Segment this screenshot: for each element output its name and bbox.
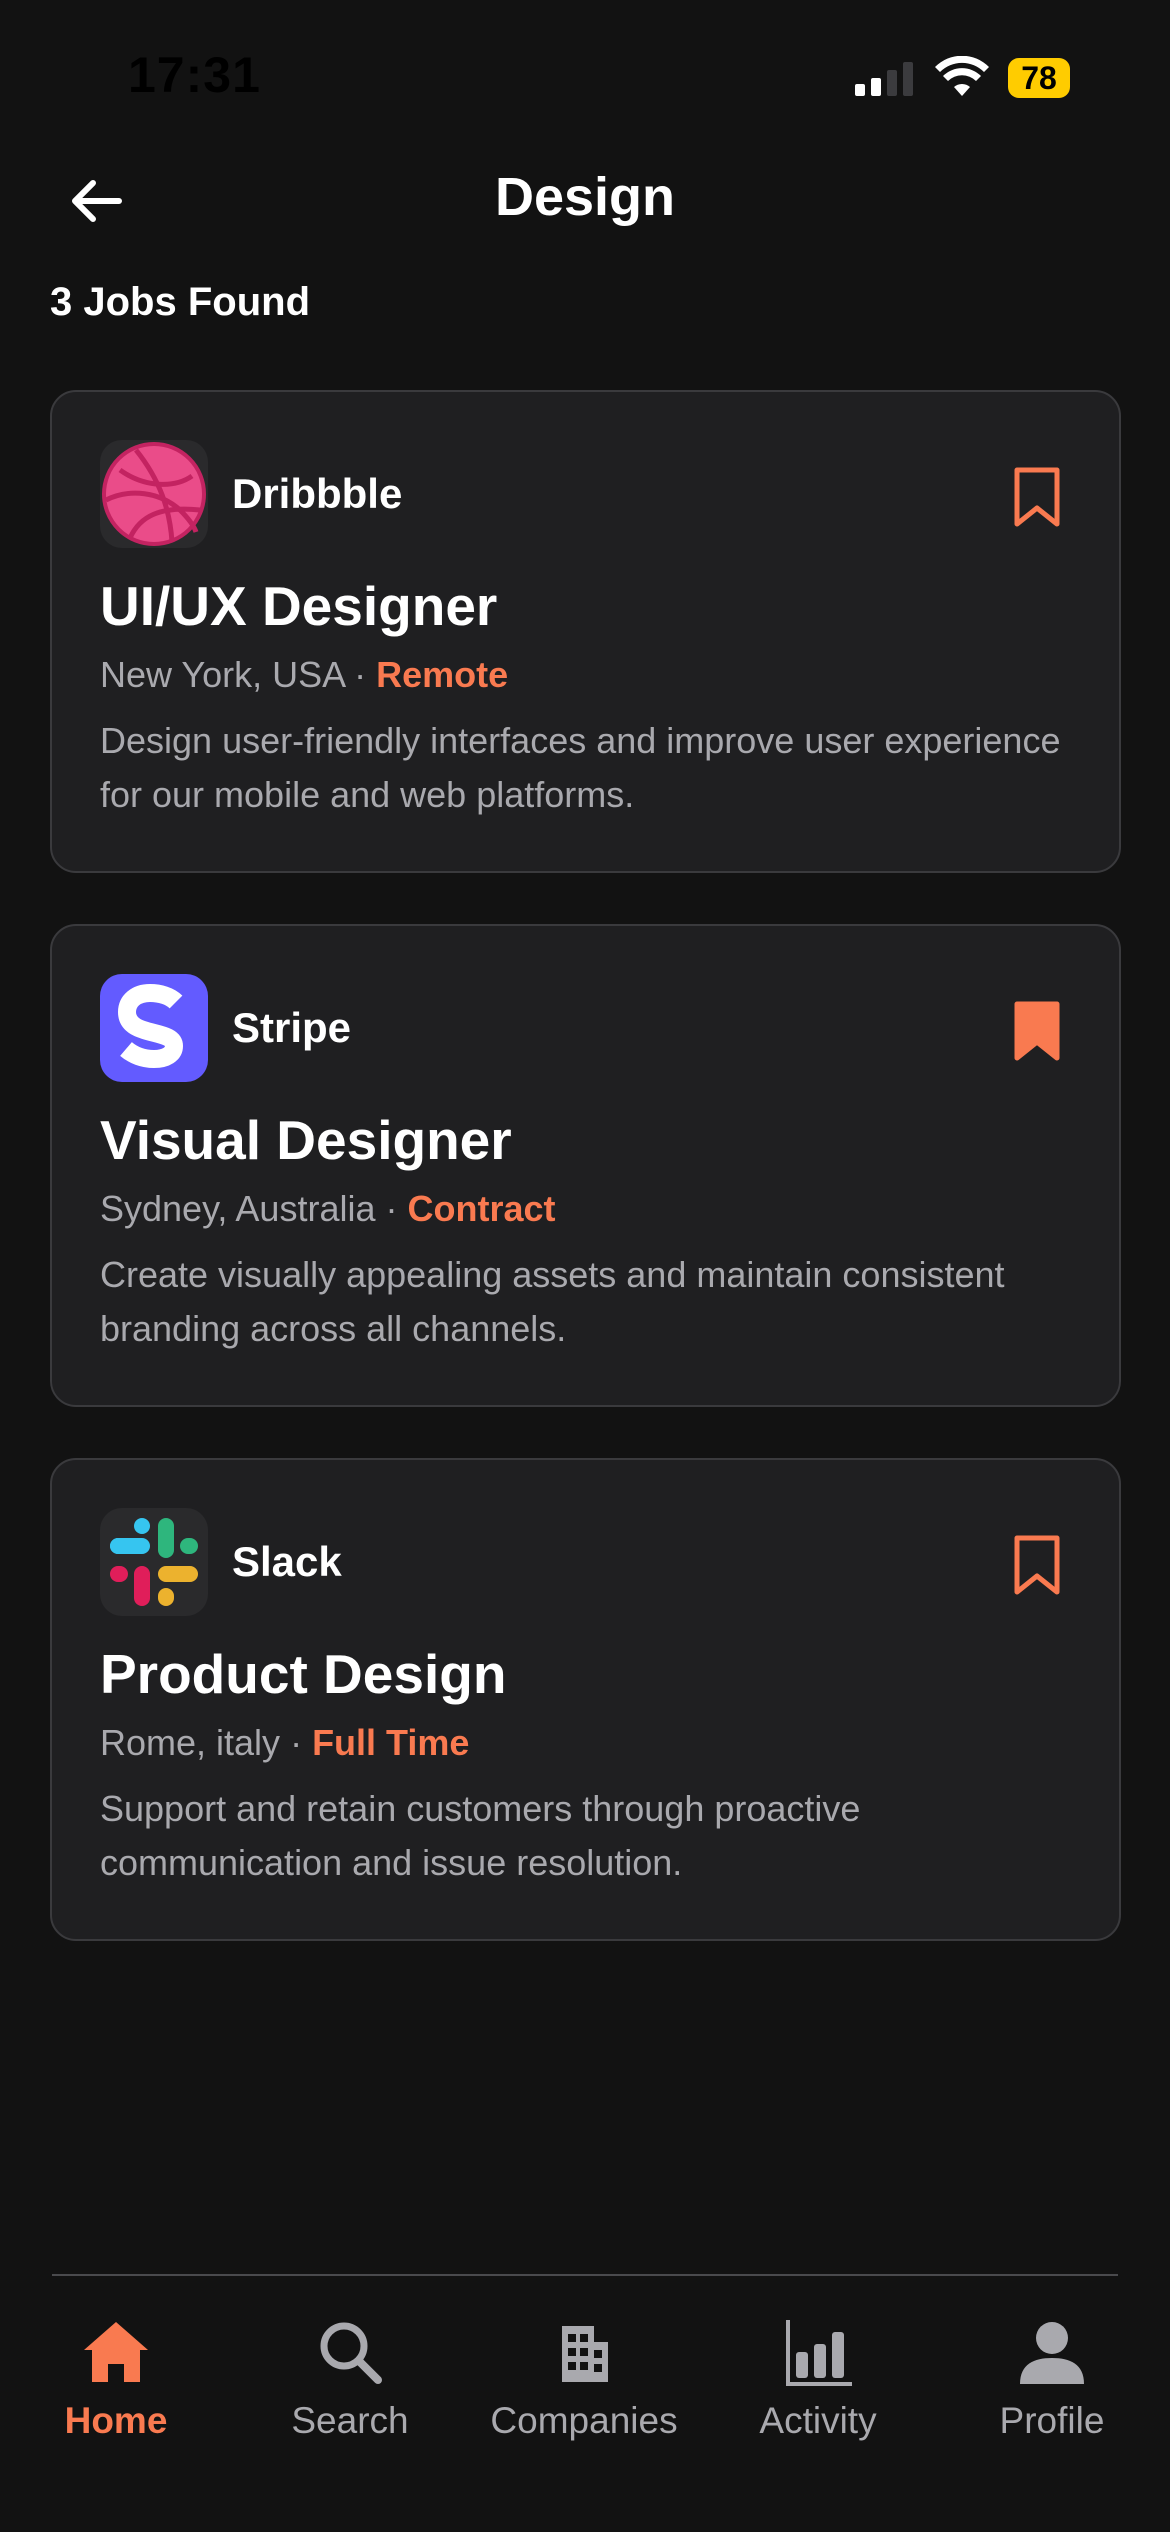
bottom-nav: Home Search Companies Activity Profile [0, 2276, 1170, 2532]
page-title: Design [494, 167, 676, 227]
job-title: Visual Designer [100, 1109, 512, 1171]
nav-item-profile[interactable]: Profile [942, 2316, 1162, 2456]
building-icon [562, 2326, 608, 2382]
job-meta: New York, USA · Remote [100, 654, 508, 696]
dribbble-logo [100, 440, 208, 548]
job-title: Product Design [100, 1643, 507, 1705]
bookmark-icon[interactable] [1012, 466, 1062, 528]
job-type: Contract [407, 1188, 556, 1229]
job-location: Sydney, Australia [100, 1188, 376, 1229]
nav-item-search[interactable]: Search [240, 2316, 460, 2456]
meta-separator: · [280, 1722, 313, 1763]
nav-label-companies: Companies [490, 2400, 678, 2441]
meta-separator: · [344, 654, 377, 695]
nav-item-home[interactable]: Home [6, 2316, 226, 2456]
company-name: Dribbble [232, 470, 403, 517]
job-type: Remote [376, 654, 509, 695]
meta-separator: · [375, 1188, 408, 1229]
bookmark-icon[interactable] [1012, 1534, 1062, 1596]
job-list-screen: 17:31 78 Design 3 Jobs Found Dribbble UI… [0, 0, 1170, 2532]
home-icon [84, 2322, 148, 2382]
bookmark-filled-icon[interactable] [1012, 1000, 1062, 1062]
job-location: New York, USA [100, 654, 345, 695]
slack-logo [100, 1508, 208, 1616]
job-card[interactable]: Dribbble UI/UX Designer New York, USA · … [50, 390, 1121, 873]
company-name: Stripe [232, 1004, 352, 1051]
job-meta: Rome, italy · Full Time [100, 1722, 469, 1764]
bar-chart-icon [786, 2320, 852, 2386]
stripe-logo [100, 974, 208, 1082]
job-card[interactable]: Stripe Visual Designer Sydney, Australia… [50, 924, 1121, 1407]
job-description: Design user-friendly interfaces and impr… [100, 720, 1061, 815]
nav-label-search: Search [291, 2400, 409, 2441]
job-location: Rome, italy [100, 1722, 281, 1763]
results-count: 3 Jobs Found [50, 280, 310, 324]
job-card[interactable]: Slack Product Design Rome, italy · Full … [50, 1458, 1121, 1941]
job-description: Support and retain customers through pro… [100, 1788, 861, 1883]
job-title: UI/UX Designer [100, 575, 498, 637]
nav-label-home: Home [64, 2400, 168, 2441]
job-type: Full Time [312, 1722, 470, 1763]
wifi-icon [935, 56, 989, 96]
nav-item-activity[interactable]: Activity [708, 2316, 928, 2456]
person-icon [1020, 2322, 1084, 2384]
signal-icon [855, 62, 913, 96]
nav-label-profile: Profile [999, 2400, 1105, 2441]
search-icon [320, 2322, 382, 2384]
job-description: Create visually appealing assets and mai… [100, 1254, 1005, 1349]
company-name: Slack [232, 1538, 342, 1585]
nav-item-companies[interactable]: Companies [474, 2316, 694, 2456]
status-time: 17:31 [128, 47, 261, 103]
status-bar: 17:31 78 [0, 0, 1170, 140]
battery-indicator: 78 [1008, 58, 1070, 98]
job-meta: Sydney, Australia · Contract [100, 1188, 556, 1230]
nav-label-activity: Activity [759, 2400, 877, 2441]
